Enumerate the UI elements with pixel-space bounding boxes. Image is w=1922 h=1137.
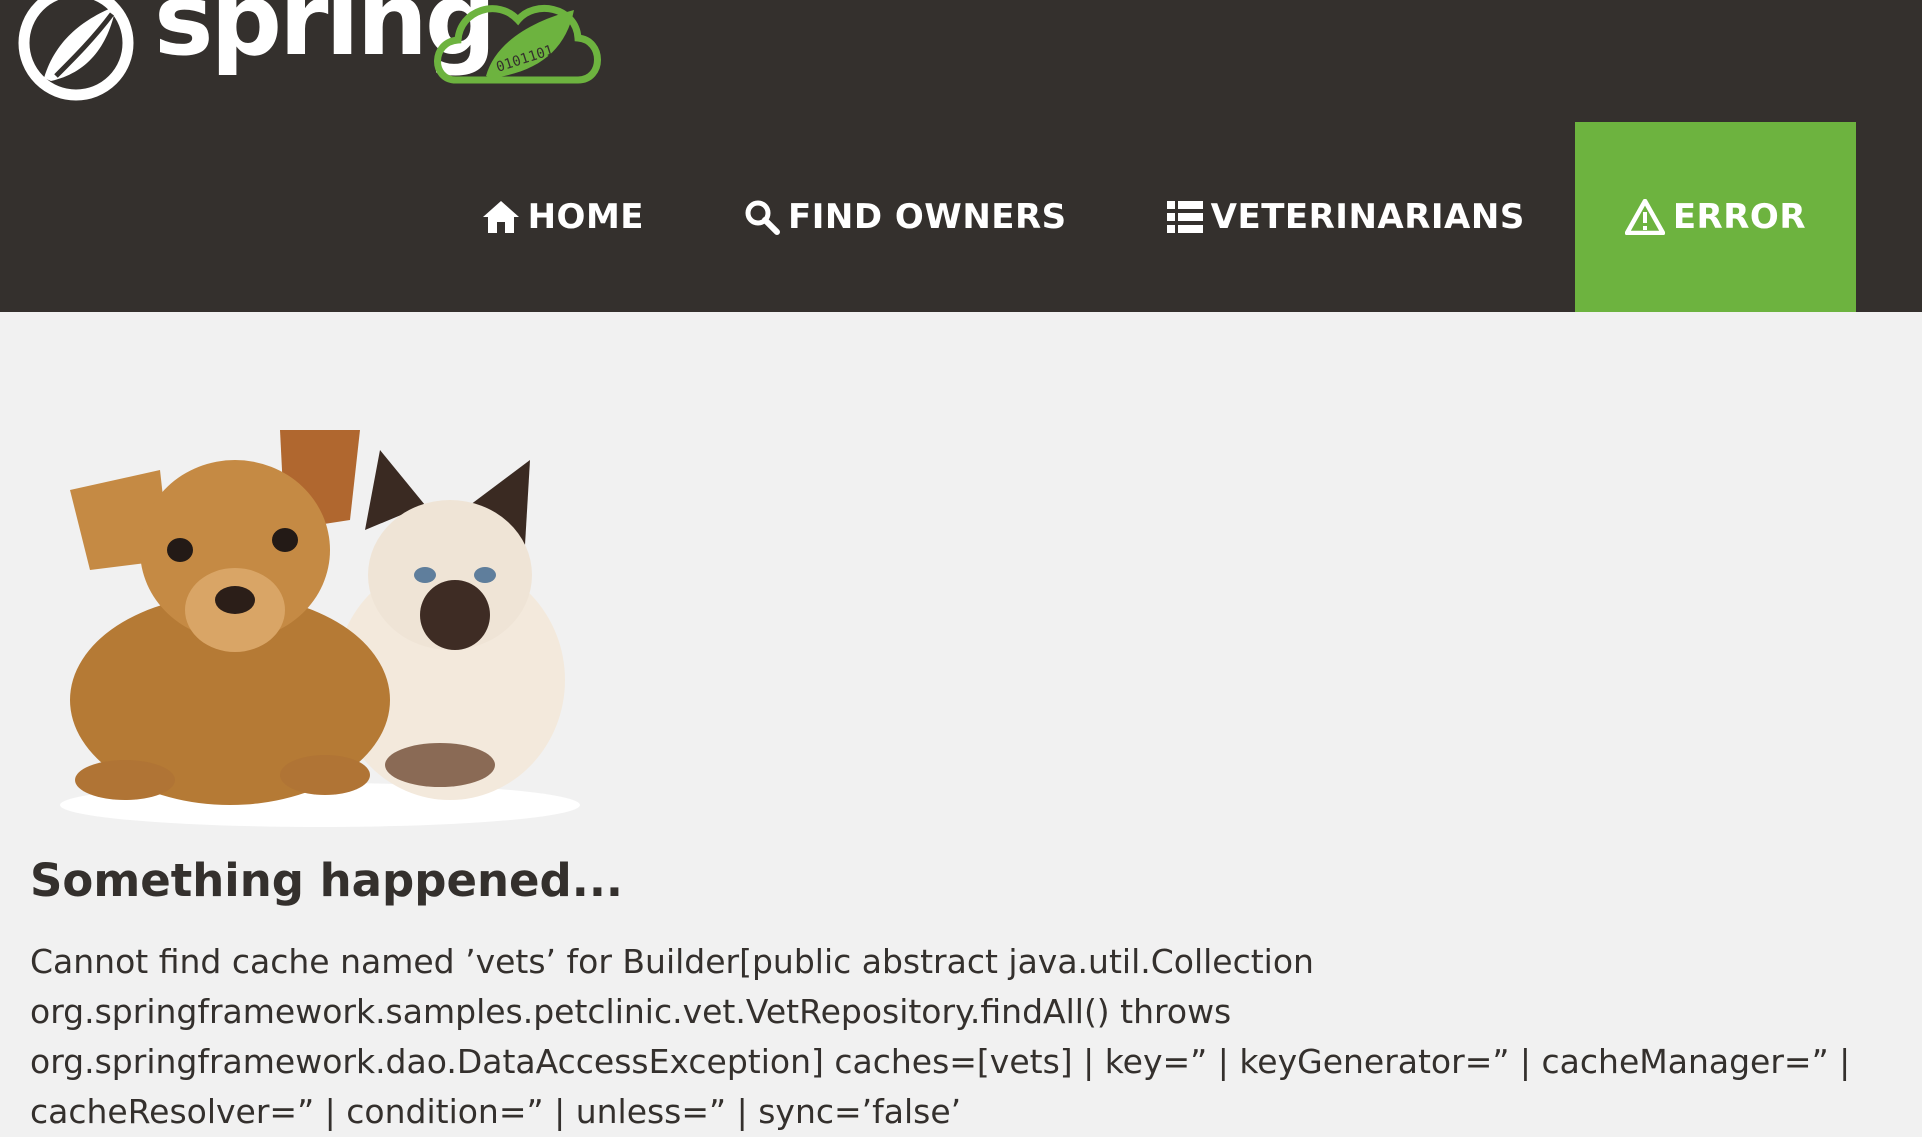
nav-find-owners-label: FIND OWNERS	[788, 197, 1067, 237]
error-title: Something happened...	[30, 854, 624, 907]
home-icon	[482, 199, 520, 235]
main-nav: HOME FIND OWNERS VETERINARIANS ERROR	[432, 122, 1922, 312]
main-content: Something happened... Cannot find cache …	[30, 410, 1890, 1137]
nav-home[interactable]: HOME	[432, 122, 694, 312]
nav-veterinarians-label: VETERINARIANS	[1210, 197, 1525, 237]
error-message: Cannot find cache named ’vets’ for Build…	[30, 942, 1851, 1131]
spring-leaf-icon	[18, 0, 134, 101]
nav-error[interactable]: ERROR	[1574, 122, 1856, 312]
top-navbar: spring 0101101 HOME FIND OWNERS VETERINA…	[0, 0, 1922, 312]
nav-error-label: ERROR	[1672, 197, 1806, 237]
search-icon	[744, 199, 781, 235]
nav-find-owners[interactable]: FIND OWNERS	[694, 122, 1117, 312]
warning-icon	[1624, 199, 1665, 235]
list-icon	[1166, 200, 1203, 234]
spring-cloud-icon: 0101101	[434, 4, 601, 84]
nav-veterinarians[interactable]: VETERINARIANS	[1117, 122, 1575, 312]
pets-image	[60, 430, 580, 827]
nav-home-label: HOME	[527, 197, 645, 237]
